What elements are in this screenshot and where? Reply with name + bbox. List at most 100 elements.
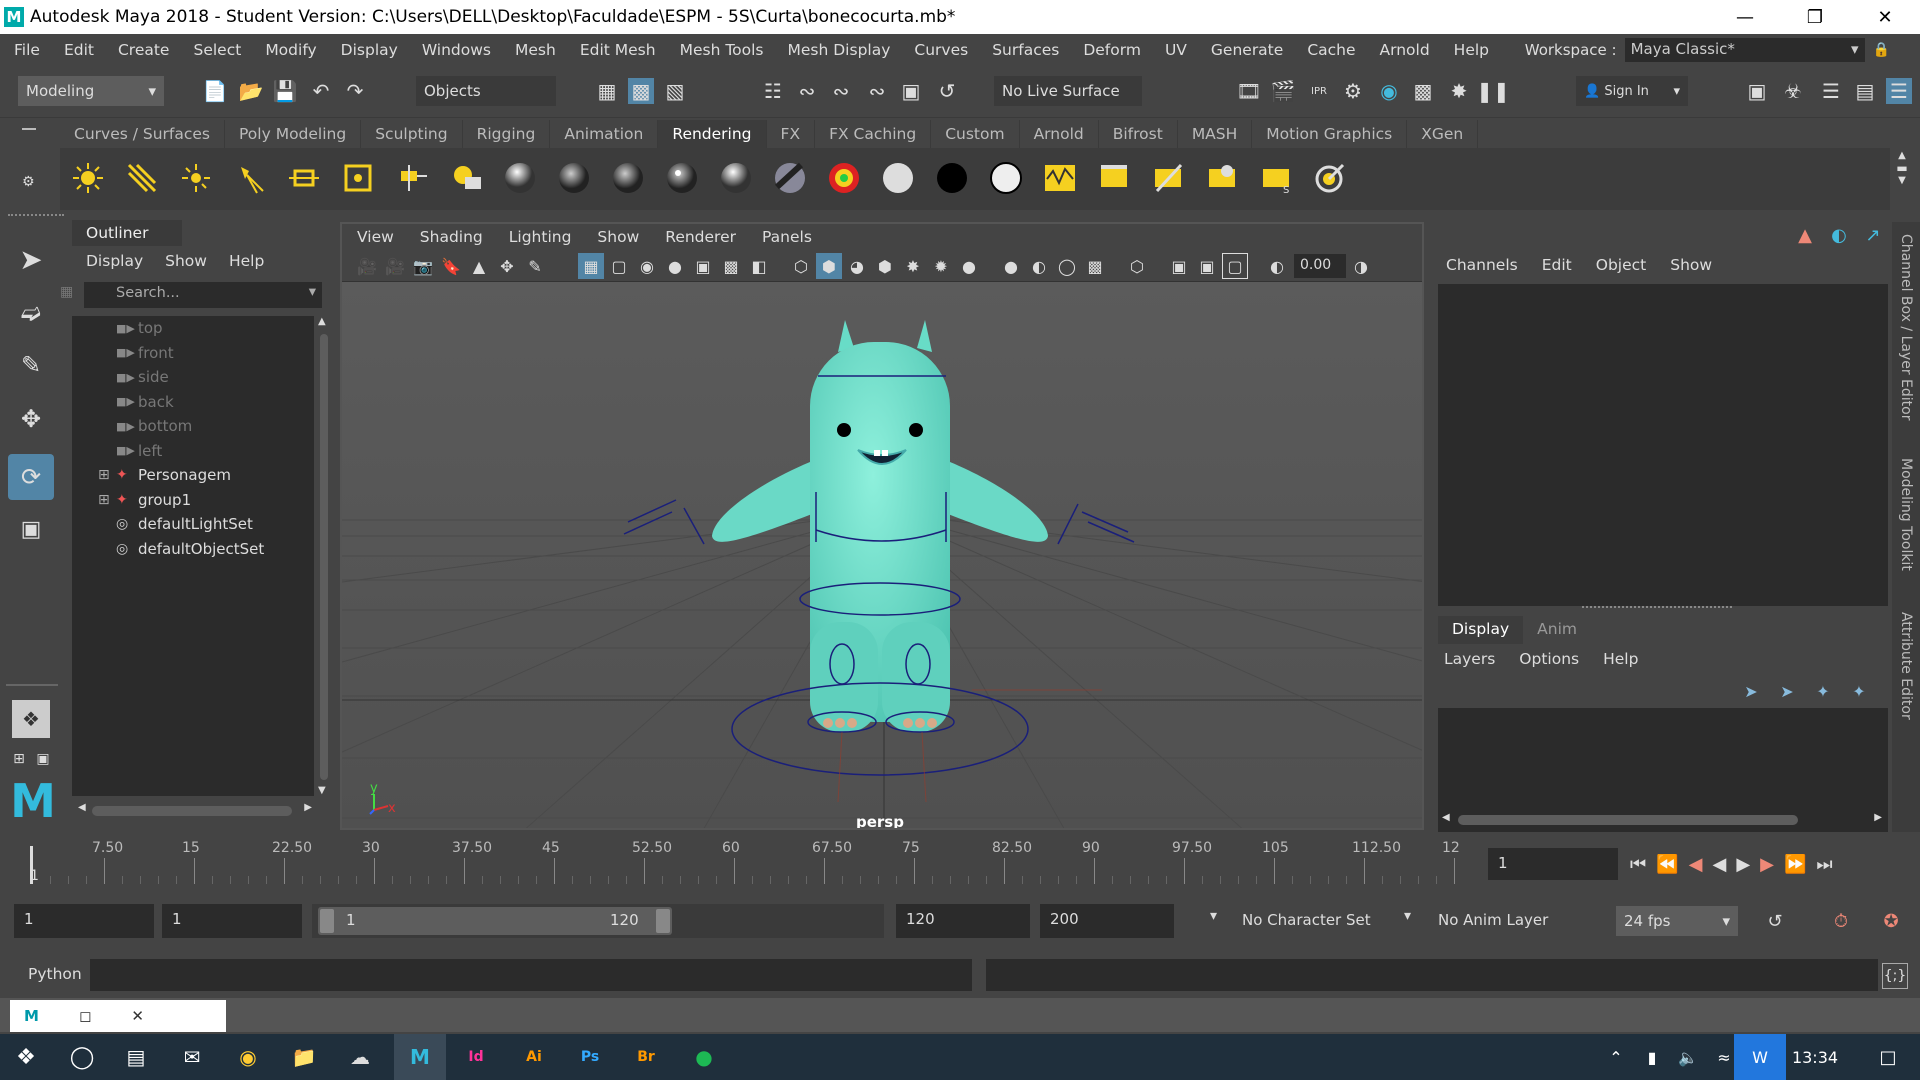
field-chart-icon[interactable]: ▣ [690, 253, 716, 279]
volume-light-icon[interactable] [338, 158, 378, 198]
outliner-menu-display[interactable]: Display [86, 252, 143, 270]
point-light-icon[interactable] [176, 158, 216, 198]
viewport-panel[interactable]: View Shading Lighting Show Renderer Panels 🎥 … [340, 222, 1424, 830]
outliner-search-input[interactable]: ▦ Search... ▾ [60, 282, 322, 308]
photoshop-icon[interactable]: Ps [564, 1034, 616, 1080]
render-graph-icon[interactable] [1040, 158, 1080, 198]
outliner-item[interactable]: ■▶ bottom [72, 414, 314, 439]
menu-display[interactable]: Display [329, 41, 410, 59]
outliner-item[interactable]: ■▶ top [72, 316, 314, 341]
render-setup-icon[interactable]: ▩ [1410, 78, 1436, 104]
tool-settings-icon[interactable]: ▤ [1852, 78, 1878, 104]
shelf-tab-rigging[interactable]: Rigging [463, 120, 551, 148]
outliner-item[interactable]: ⊞ ✦ group1 [72, 488, 314, 513]
workspace-select[interactable]: Maya Classic* ▾ [1624, 38, 1865, 62]
paint-select-icon[interactable]: ✎ [18, 351, 44, 379]
minimized-maya-window[interactable]: M ◻ ✕ [10, 1000, 226, 1032]
shelf-scroll[interactable]: ▲ ▬ ▼ [1892, 150, 1912, 204]
animation-end-field[interactable]: 200 [1040, 904, 1174, 938]
blinn-sphere-icon[interactable] [608, 158, 648, 198]
layer-menu-help[interactable]: Help [1603, 650, 1638, 668]
illustrator-icon[interactable]: Ai [508, 1034, 560, 1080]
channel-menu-channels[interactable]: Channels [1446, 256, 1518, 274]
white-sphere-icon[interactable] [878, 158, 918, 198]
snap-point-icon[interactable]: ∾ [828, 78, 854, 104]
channel-icon-c[interactable]: ↗ [1860, 222, 1886, 248]
menu-mesh[interactable]: Mesh [503, 41, 568, 59]
layer-menu-options[interactable]: Options [1519, 650, 1579, 668]
bridge-icon[interactable]: Br [620, 1034, 672, 1080]
area-light-icon[interactable] [284, 158, 324, 198]
side-tab-attribute-editor[interactable]: Attribute Editor [1898, 612, 1914, 720]
layer-tab-display[interactable]: Display [1438, 616, 1524, 644]
channel-icon-a[interactable]: ▲ [1792, 222, 1818, 248]
menu-curves[interactable]: Curves [902, 41, 980, 59]
shelf-menu-icon[interactable] [22, 128, 36, 130]
light-linking-icon[interactable] [446, 158, 486, 198]
shelf-tab-motion-graphics[interactable]: Motion Graphics [1252, 120, 1408, 148]
channel-box-icon[interactable]: ☰ [1886, 78, 1912, 104]
fps-select[interactable]: 24 fps ▾ [1616, 906, 1738, 936]
menu-edit[interactable]: Edit [52, 41, 106, 59]
expand-icon[interactable]: ⊞ [98, 467, 110, 483]
snap-surface-icon[interactable]: ▣ [898, 78, 924, 104]
shelf-tab-bifrost[interactable]: Bifrost [1099, 120, 1178, 148]
snap-live-icon[interactable]: ↺ [934, 78, 960, 104]
shelf-tab-curves-surfaces[interactable]: Curves / Surfaces [60, 120, 226, 148]
outliner-item[interactable]: ■▶ side [72, 365, 314, 390]
chevron-down-icon[interactable]: ▾ [1404, 908, 1411, 924]
expand-icon[interactable]: ⊞ [98, 492, 110, 508]
outliner-item[interactable]: ■▶ left [72, 439, 314, 464]
step-forward-icon[interactable]: ⏩ [1784, 854, 1806, 875]
spotify-icon[interactable]: ● [678, 1034, 730, 1080]
layer-menu-layers[interactable]: Layers [1444, 650, 1495, 668]
lights-cluster-icon[interactable] [392, 158, 432, 198]
snap-curve-icon[interactable]: ∾ [794, 78, 820, 104]
go-to-end-icon[interactable]: ⏭ [1816, 854, 1832, 875]
panel-splitter[interactable] [1582, 606, 1732, 610]
new-layer-selected-icon[interactable]: ✦ [1846, 678, 1872, 704]
spot-light-icon[interactable] [230, 158, 270, 198]
two-d-pan-icon[interactable]: ✥ [494, 253, 520, 279]
shadows-icon[interactable]: ✹ [928, 253, 954, 279]
mail-icon[interactable]: ✉ [166, 1034, 218, 1080]
camera-attributes-icon[interactable]: 🎥 [382, 253, 408, 279]
render-remove-icon[interactable] [1148, 158, 1188, 198]
maya-taskbar-icon[interactable]: M [394, 1034, 446, 1080]
layer-hscroll[interactable]: ◀ ▶ [1442, 812, 1882, 828]
multisample-icon[interactable]: ◐ [1026, 253, 1052, 279]
attribute-editor-icon[interactable]: ☰ [1818, 78, 1844, 104]
outliner-item[interactable]: ◎ defaultLightSet [72, 512, 314, 537]
gamma-icon[interactable]: ◑ [1348, 253, 1374, 279]
snap-view-icon[interactable]: ∾ [864, 78, 890, 104]
outliner-item[interactable]: ◎ defaultObjectSet [72, 537, 314, 562]
render-target-icon[interactable] [1310, 158, 1350, 198]
select-tool-icon[interactable]: ➤ [18, 243, 44, 276]
directional-light-icon[interactable] [122, 158, 162, 198]
use-all-lights-icon[interactable]: ✸ [900, 253, 926, 279]
shelf-tab-custom[interactable]: Custom [931, 120, 1020, 148]
gate-mask-icon[interactable]: ● [662, 253, 688, 279]
minimize-button[interactable]: — [1710, 0, 1780, 34]
menu-mesh-tools[interactable]: Mesh Tools [668, 41, 776, 59]
menu-help[interactable]: Help [1442, 41, 1501, 59]
maximize-button[interactable]: ❐ [1780, 0, 1850, 34]
grease-pencil-icon[interactable]: ✎ [522, 253, 548, 279]
viewport-menu-panels[interactable]: Panels [762, 228, 812, 246]
menu-deform[interactable]: Deform [1071, 41, 1153, 59]
viewport-menu-show[interactable]: Show [597, 228, 639, 246]
play-forward-icon[interactable]: ▶ [1736, 854, 1750, 875]
current-frame-field[interactable]: 1 [1488, 848, 1618, 880]
live-surface-field[interactable]: No Live Surface [994, 76, 1142, 106]
menu-edit-mesh[interactable]: Edit Mesh [568, 41, 668, 59]
current-time-marker[interactable] [30, 846, 33, 884]
grid-toggle-icon[interactable]: ▦ [578, 253, 604, 279]
script-language-toggle[interactable]: Python [28, 965, 82, 983]
anim-prefs-icon[interactable]: ✪ [1878, 908, 1904, 934]
safe-action-icon[interactable]: ▩ [718, 253, 744, 279]
character-set-select[interactable]: No Character Set [1236, 904, 1386, 938]
film-gate-icon[interactable]: ▢ [606, 253, 632, 279]
auto-key-icon[interactable]: ⏱ [1828, 908, 1854, 934]
render-settings-icon[interactable]: ⚙ [1340, 78, 1366, 104]
sign-in-button[interactable]: 👤 Sign In ▾ [1576, 76, 1688, 106]
